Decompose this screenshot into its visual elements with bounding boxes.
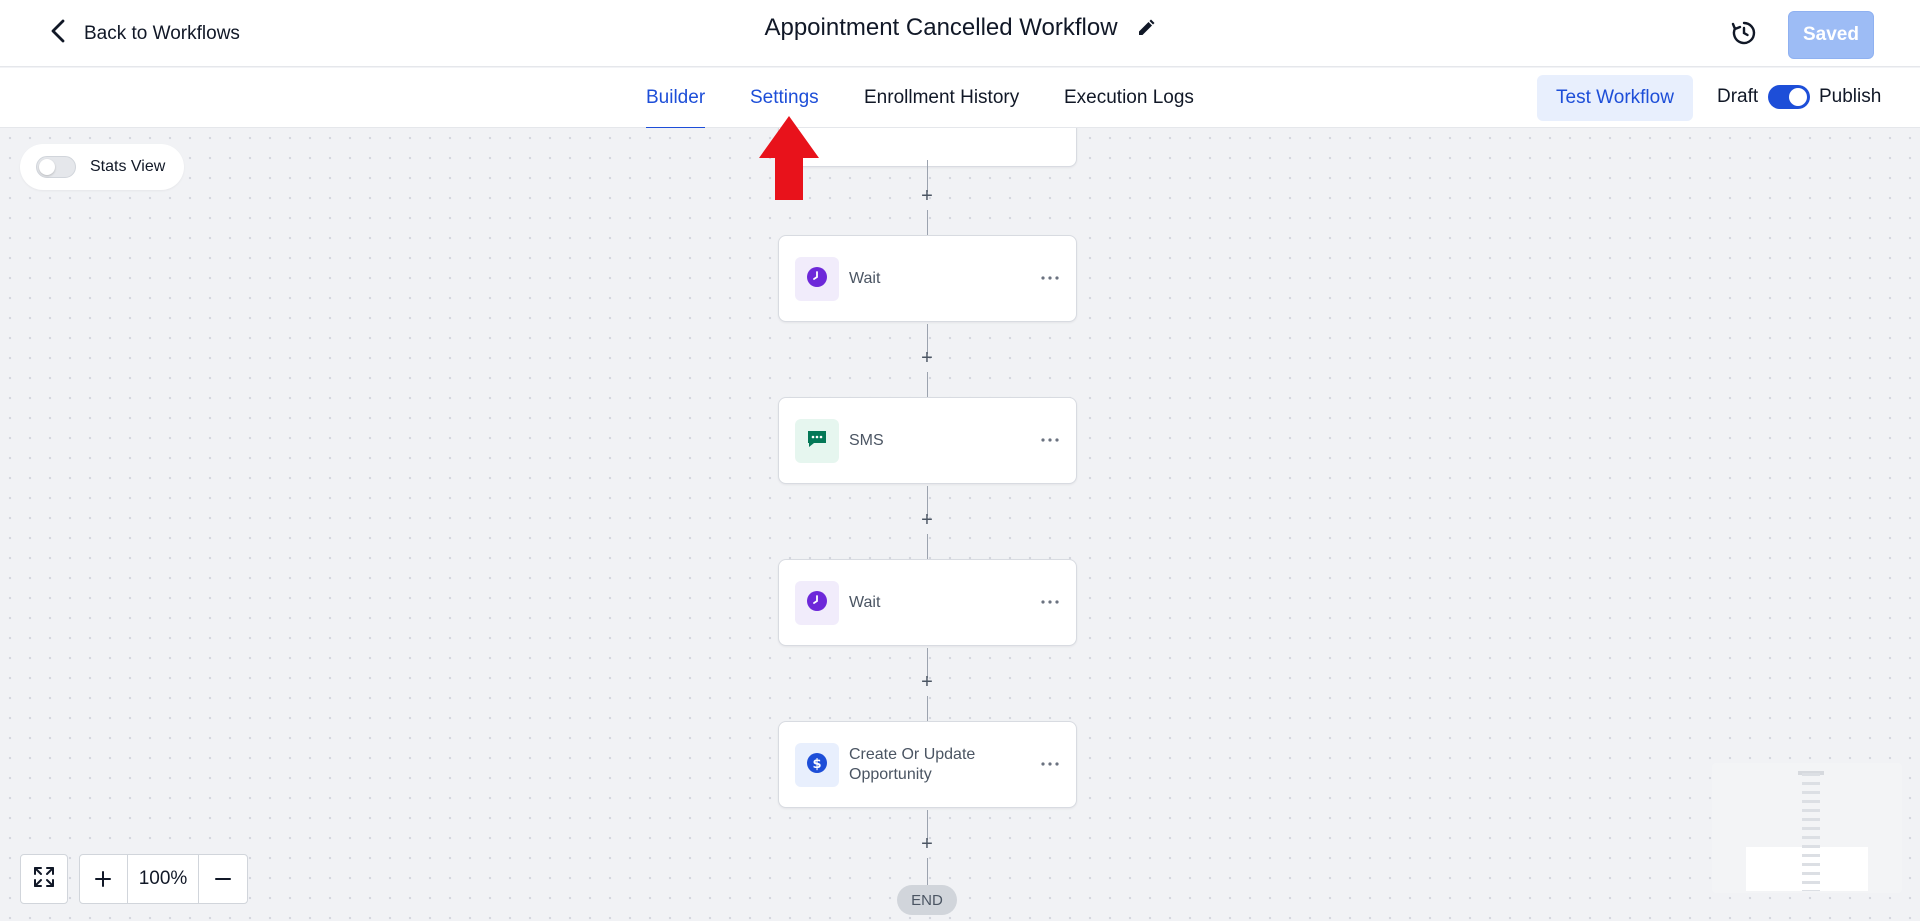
workflow-title: Appointment Cancelled Workflow (764, 14, 1118, 41)
saved-button[interactable]: Saved (1788, 11, 1874, 59)
draft-label: Draft (1717, 86, 1759, 107)
node-icon-box: $ (795, 743, 839, 787)
workflow-canvas[interactable]: Stats View + Wait + SMS + Wait + $ Creat… (0, 128, 1920, 921)
more-options-icon[interactable] (1040, 268, 1060, 288)
sub-navigation: Builder Settings Enrollment History Exec… (0, 68, 1920, 129)
zoom-out-button[interactable] (199, 855, 247, 903)
connector-line (927, 372, 928, 398)
publish-label: Publish (1819, 86, 1882, 107)
minimap[interactable] (1712, 763, 1902, 893)
node-icon-box (795, 581, 839, 625)
node-label: SMS (849, 431, 884, 449)
connector-line (927, 534, 928, 560)
svg-text:$: $ (812, 757, 821, 772)
more-options-icon[interactable] (1040, 754, 1060, 774)
dollar-icon: $ (806, 752, 828, 779)
tab-execution-logs[interactable]: Execution Logs (1064, 68, 1194, 128)
tab-builder[interactable]: Builder (646, 68, 706, 129)
zoom-level: 100% (128, 855, 200, 903)
red-arrow-annotation (759, 116, 819, 200)
expand-icon (33, 866, 55, 893)
end-badge: END (897, 885, 957, 915)
more-options-icon[interactable] (1040, 430, 1060, 450)
stats-view-label: Stats View (90, 158, 166, 175)
clock-icon (806, 590, 828, 617)
publish-toggle[interactable] (1768, 85, 1810, 109)
stats-view-control: Stats View (20, 144, 184, 190)
history-icon[interactable] (1730, 19, 1758, 47)
add-step-button[interactable]: + (917, 672, 937, 692)
add-step-button[interactable]: + (917, 834, 937, 854)
connector-line (927, 858, 928, 885)
pencil-icon[interactable] (1136, 18, 1156, 38)
minimap-flow (1802, 773, 1820, 891)
workflow-node-opportunity[interactable]: $ Create Or Update Opportunity (778, 721, 1077, 808)
workflow-node-wait[interactable]: Wait (778, 559, 1077, 646)
zoom-in-button[interactable] (80, 855, 128, 903)
node-label: Wait (849, 593, 881, 611)
node-icon-box (795, 257, 839, 301)
workflow-node-wait[interactable]: Wait (778, 235, 1077, 322)
node-label: Wait (849, 269, 881, 287)
test-workflow-button[interactable]: Test Workflow (1537, 75, 1693, 121)
node-label: Create Or Update Opportunity (849, 745, 976, 783)
zoom-controls: 100% (79, 854, 248, 904)
workflow-node-sms[interactable]: SMS (778, 397, 1077, 484)
clock-icon (806, 266, 828, 293)
connector-line (927, 696, 928, 722)
tab-enrollment-history[interactable]: Enrollment History (864, 68, 1019, 128)
add-step-button[interactable]: + (917, 186, 937, 206)
node-icon-box (795, 419, 839, 463)
connector-line (927, 210, 928, 236)
stats-view-toggle[interactable] (36, 156, 76, 178)
add-step-button[interactable]: + (917, 510, 937, 530)
chat-icon (806, 428, 828, 455)
more-options-icon[interactable] (1040, 592, 1060, 612)
add-step-button[interactable]: + (917, 348, 937, 368)
top-header: Back to Workflows Appointment Cancelled … (0, 0, 1920, 67)
fit-view-button[interactable] (20, 854, 68, 904)
